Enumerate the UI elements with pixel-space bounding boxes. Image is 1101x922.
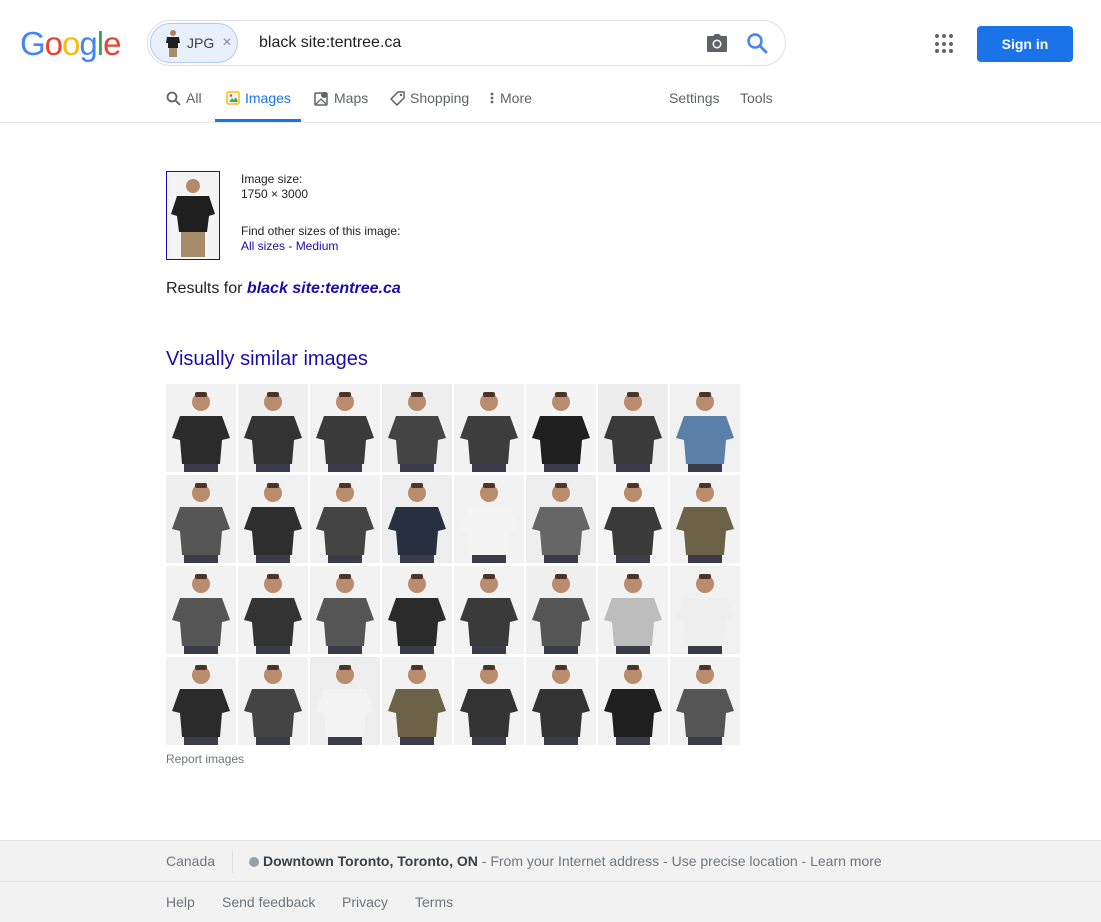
similar-image-thumbnail[interactable] bbox=[238, 566, 308, 654]
search-tabs: All Images Maps Shopping More Settings T… bbox=[0, 80, 1101, 123]
camera-icon[interactable] bbox=[706, 33, 728, 53]
similar-image-thumbnail[interactable] bbox=[310, 475, 380, 563]
divider bbox=[232, 851, 233, 873]
more-vert-icon bbox=[490, 92, 494, 104]
footer-help-link[interactable]: Help bbox=[166, 894, 195, 910]
tab-shopping[interactable]: Shopping bbox=[390, 90, 469, 106]
search-by-image-chip[interactable]: JPG × bbox=[150, 23, 238, 63]
footer-terms-link[interactable]: Terms bbox=[415, 894, 453, 910]
footer-links: Help Send feedback Privacy Terms bbox=[0, 882, 1101, 922]
apps-grid-icon[interactable] bbox=[935, 34, 955, 54]
similar-image-thumbnail[interactable] bbox=[310, 384, 380, 472]
similar-image-thumbnail[interactable] bbox=[598, 657, 668, 745]
image-size-label: Image size: bbox=[241, 172, 303, 186]
footer-feedback-link[interactable]: Send feedback bbox=[222, 894, 315, 910]
similar-image-thumbnail[interactable] bbox=[454, 384, 524, 472]
results-for: Results for black site:tentree.ca bbox=[166, 280, 401, 298]
all-sizes-link[interactable]: All sizes bbox=[241, 239, 285, 253]
similar-image-thumbnail[interactable] bbox=[598, 384, 668, 472]
medium-size-link[interactable]: Medium bbox=[296, 239, 339, 253]
similar-image-thumbnail[interactable] bbox=[598, 566, 668, 654]
logo-letter: g bbox=[79, 25, 97, 62]
similar-image-thumbnail[interactable] bbox=[454, 657, 524, 745]
clear-image-icon[interactable]: × bbox=[222, 34, 231, 52]
search-input[interactable]: black site:tentree.ca bbox=[259, 34, 401, 52]
similar-image-thumbnail[interactable] bbox=[238, 384, 308, 472]
results-query-link[interactable]: black site:tentree.ca bbox=[247, 280, 401, 297]
search-icon bbox=[166, 91, 181, 106]
similar-images-grid bbox=[166, 384, 740, 745]
tab-label: More bbox=[500, 90, 532, 106]
similar-image-thumbnail[interactable] bbox=[382, 384, 452, 472]
sign-in-button[interactable]: Sign in bbox=[977, 26, 1073, 62]
similar-image-thumbnail[interactable] bbox=[238, 657, 308, 745]
similar-image-thumbnail[interactable] bbox=[166, 384, 236, 472]
tab-label: Images bbox=[245, 90, 291, 106]
query-image[interactable] bbox=[166, 171, 220, 260]
query-image-thumbnail bbox=[165, 29, 181, 57]
footer-privacy-link[interactable]: Privacy bbox=[342, 894, 388, 910]
similar-image-thumbnail[interactable] bbox=[526, 566, 596, 654]
tab-label: Maps bbox=[334, 90, 369, 106]
tab-maps[interactable]: Maps bbox=[314, 90, 368, 106]
logo-letter: o bbox=[44, 25, 63, 62]
tag-icon bbox=[390, 90, 405, 106]
location-text: Downtown Toronto, Toronto, ON - From you… bbox=[263, 853, 882, 869]
similar-image-thumbnail[interactable] bbox=[526, 384, 596, 472]
find-sizes-label: Find other sizes of this image: bbox=[241, 224, 401, 238]
footer-location-bar: Canada Downtown Toronto, Toronto, ON - F… bbox=[0, 840, 1101, 882]
location-dot-icon bbox=[249, 857, 259, 867]
tab-label: All bbox=[186, 90, 202, 106]
similar-image-thumbnail[interactable] bbox=[238, 475, 308, 563]
similar-image-thumbnail[interactable] bbox=[526, 657, 596, 745]
visually-similar-title[interactable]: Visually similar images bbox=[166, 348, 368, 371]
chip-label: JPG bbox=[187, 35, 215, 51]
similar-image-thumbnail[interactable] bbox=[166, 475, 236, 563]
similar-image-thumbnail[interactable] bbox=[166, 657, 236, 745]
sizes-separator: - bbox=[285, 239, 296, 253]
settings-link[interactable]: Settings bbox=[669, 90, 720, 106]
logo-letter: G bbox=[20, 25, 46, 62]
similar-image-thumbnail[interactable] bbox=[670, 384, 740, 472]
similar-image-thumbnail[interactable] bbox=[670, 566, 740, 654]
similar-image-thumbnail[interactable] bbox=[454, 566, 524, 654]
tab-label: Shopping bbox=[410, 90, 470, 106]
image-icon bbox=[226, 91, 240, 105]
tab-images[interactable]: Images bbox=[226, 90, 291, 106]
similar-image-thumbnail[interactable] bbox=[310, 566, 380, 654]
search-icon[interactable] bbox=[746, 32, 768, 54]
similar-image-thumbnail[interactable] bbox=[382, 566, 452, 654]
logo-letter: o bbox=[62, 25, 80, 62]
similar-image-thumbnail[interactable] bbox=[382, 657, 452, 745]
country-label: Canada bbox=[166, 853, 216, 869]
tools-link[interactable]: Tools bbox=[740, 90, 773, 106]
similar-image-thumbnail[interactable] bbox=[670, 475, 740, 563]
results-prefix: Results for bbox=[166, 280, 247, 297]
google-logo[interactable]: Google bbox=[20, 25, 121, 63]
image-size-value: 1750 × 3000 bbox=[241, 187, 309, 201]
active-tab-indicator bbox=[215, 119, 301, 122]
similar-image-thumbnail[interactable] bbox=[166, 566, 236, 654]
tab-more[interactable]: More bbox=[489, 90, 532, 106]
report-images-link[interactable]: Report images bbox=[166, 752, 244, 766]
tab-all[interactable]: All bbox=[166, 90, 202, 106]
search-box[interactable]: JPG × black site:tentree.ca bbox=[147, 20, 786, 66]
similar-image-thumbnail[interactable] bbox=[526, 475, 596, 563]
similar-image-thumbnail[interactable] bbox=[382, 475, 452, 563]
image-info: Image size: 1750 × 3000 Find other sizes… bbox=[241, 172, 400, 254]
logo-letter: e bbox=[103, 25, 121, 62]
location-links[interactable]: - From your Internet address - Use preci… bbox=[478, 853, 882, 869]
similar-image-thumbnail[interactable] bbox=[598, 475, 668, 563]
similar-image-thumbnail[interactable] bbox=[670, 657, 740, 745]
similar-image-thumbnail[interactable] bbox=[454, 475, 524, 563]
location-name: Downtown Toronto, Toronto, ON bbox=[263, 853, 478, 869]
map-icon bbox=[314, 91, 328, 106]
similar-image-thumbnail[interactable] bbox=[310, 657, 380, 745]
